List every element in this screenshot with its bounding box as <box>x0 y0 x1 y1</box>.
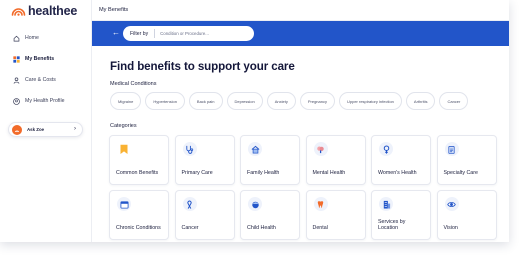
categories-heading: Categories <box>110 123 137 129</box>
sidebar: healthee Home My Benefits Care & Costs M… <box>0 0 92 242</box>
app-window: healthee Home My Benefits Care & Costs M… <box>0 0 509 242</box>
sidebar-item-health-profile[interactable]: My Health Profile <box>13 95 65 107</box>
category-card-chronic-conditions[interactable]: Chronic Conditions <box>109 190 169 240</box>
sidebar-item-label: My Health Profile <box>25 98 65 104</box>
top-bar: My Benefits <box>92 0 509 21</box>
house-icon <box>248 142 262 156</box>
main-content: Find benefits to support your care Medic… <box>92 46 509 242</box>
category-grid: Common Benefits Primary Care Family Heal… <box>109 135 497 240</box>
category-label: Child Health <box>247 225 276 231</box>
chevron-right-icon: › <box>74 126 76 132</box>
category-label: Family Health <box>247 170 280 176</box>
condition-chip[interactable]: Hypertension <box>145 92 185 110</box>
condition-chip[interactable]: Upper respiratory infection <box>338 92 402 110</box>
condition-chip[interactable]: Anxiety <box>266 92 296 110</box>
filter-label: Filter by <box>130 30 149 37</box>
condition-chip[interactable]: Migraine <box>110 92 142 110</box>
condition-chip[interactable]: Pregnancy <box>299 92 335 110</box>
back-arrow-icon[interactable]: ← <box>112 29 120 37</box>
zoe-avatar-icon <box>12 124 22 135</box>
category-card-services-by-location[interactable]: Services by Location <box>371 190 431 240</box>
category-label: Dental <box>312 225 328 231</box>
category-label: Mental Health <box>312 170 346 176</box>
sidebar-item-my-benefits[interactable]: My Benefits <box>13 53 54 65</box>
category-label: Women's Health <box>378 170 417 176</box>
grid-icon <box>13 55 20 63</box>
category-label: Primary Care <box>181 170 213 176</box>
category-label: Services by Location <box>378 219 406 231</box>
category-card-dental[interactable]: Dental <box>305 190 366 240</box>
eye-icon <box>444 197 459 211</box>
ask-zoe-label: Ask Zoe <box>27 127 45 132</box>
category-card-cancer[interactable]: Cancer <box>174 190 235 240</box>
ask-zoe-button[interactable]: Ask Zoe › <box>8 122 83 137</box>
condition-chip[interactable]: Back pain <box>188 92 223 110</box>
brand-logo[interactable]: healthee <box>11 4 77 18</box>
category-label: Chronic Conditions <box>116 225 161 231</box>
stethoscope-icon <box>182 142 197 156</box>
sidebar-item-home[interactable]: Home <box>13 32 39 44</box>
sidebar-item-label: Care & Costs <box>25 77 56 83</box>
category-card-family-health[interactable]: Family Health <box>240 135 300 185</box>
filter-box[interactable]: Filter by <box>123 26 254 41</box>
category-card-womens-health[interactable]: Women's Health <box>371 135 431 185</box>
condition-chip[interactable]: Cancer <box>439 92 469 110</box>
category-card-common-benefits[interactable]: Common Benefits <box>109 135 169 185</box>
category-card-specialty-care[interactable]: Specialty Care <box>436 135 497 185</box>
brain-icon <box>313 142 328 156</box>
page-header-title: My Benefits <box>99 7 129 13</box>
sidebar-item-label: My Benefits <box>25 56 55 62</box>
category-label: Cancer <box>181 225 199 231</box>
bookmark-icon <box>117 142 131 156</box>
condition-search-input[interactable] <box>160 31 241 36</box>
building-icon <box>379 197 393 211</box>
condition-chip[interactable]: Depression <box>226 92 263 110</box>
sidebar-item-care-costs[interactable]: Care & Costs <box>13 74 56 86</box>
condition-chips: Migraine Hypertension Back pain Depressi… <box>110 92 469 110</box>
page-title: Find benefits to support your care <box>110 60 295 73</box>
clipboard-icon <box>444 142 459 156</box>
calendar-icon <box>117 197 131 211</box>
profile-icon <box>13 97 20 105</box>
tooth-icon <box>313 197 328 211</box>
category-card-mental-health[interactable]: Mental Health <box>305 135 366 185</box>
medical-conditions-heading: Medical Conditions <box>110 81 157 87</box>
sidebar-item-label: Home <box>25 35 39 41</box>
brand-name: healthee <box>28 4 78 18</box>
condition-chip[interactable]: Arthritis <box>405 92 436 110</box>
home-icon <box>13 35 20 42</box>
filter-divider <box>154 29 156 38</box>
baby-icon <box>248 197 262 211</box>
healthee-logo-icon <box>11 8 26 16</box>
category-card-vision[interactable]: Vision <box>436 190 497 240</box>
filter-bar: ← Filter by <box>92 21 509 46</box>
category-card-primary-care[interactable]: Primary Care <box>174 135 235 185</box>
ribbon-icon <box>182 197 197 211</box>
category-label: Vision <box>443 225 458 231</box>
female-symbol-icon <box>379 142 393 156</box>
person-icon <box>13 76 20 84</box>
category-label: Common Benefits <box>116 170 159 176</box>
category-label: Specialty Care <box>443 170 478 176</box>
category-card-child-health[interactable]: Child Health <box>240 190 300 240</box>
